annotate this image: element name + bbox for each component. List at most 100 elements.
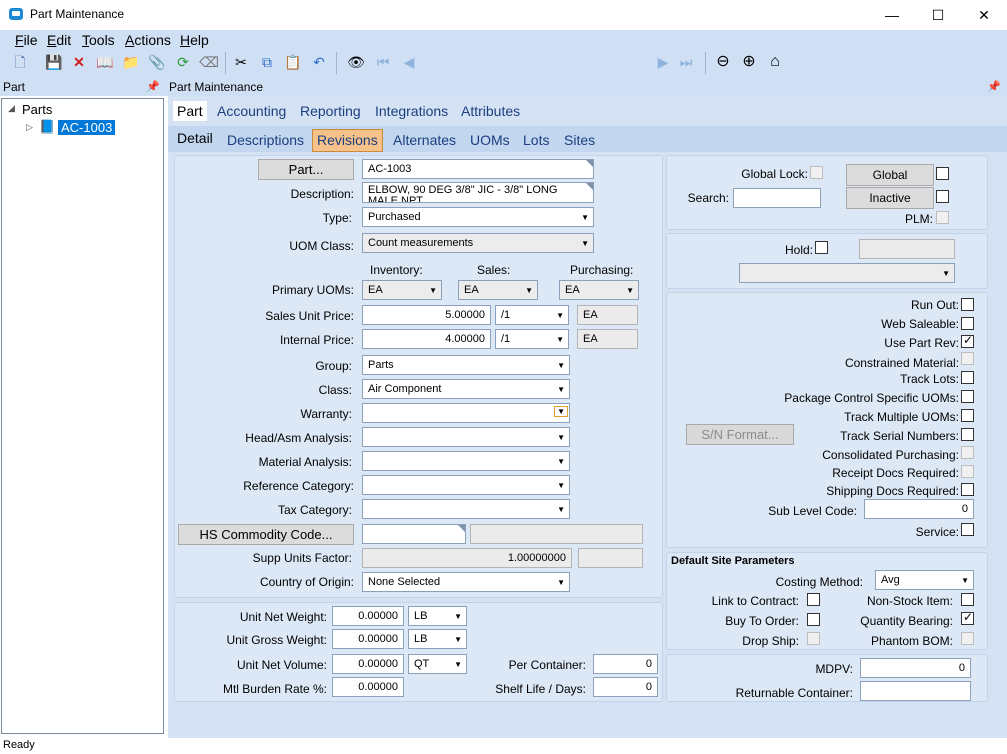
service-checkbox[interactable]	[961, 523, 974, 536]
mdpv-field[interactable]: 0	[860, 658, 971, 678]
menu-file[interactable]: File	[15, 32, 38, 48]
run-out-checkbox[interactable]	[961, 298, 974, 311]
new-icon[interactable]: 🗋	[10, 52, 30, 72]
attachment-icon[interactable]: 📎	[147, 52, 167, 72]
tab-uoms[interactable]: UOMs	[470, 132, 510, 148]
back-icon[interactable]: ⊖	[713, 52, 733, 72]
close-button[interactable]: ✕	[961, 0, 1007, 30]
buy-to-order-checkbox[interactable]	[807, 613, 820, 626]
tree-collapse-icon[interactable]: ◢	[8, 103, 15, 114]
per-container-field[interactable]: 0	[593, 654, 658, 674]
unit-net-weight-field[interactable]: 0.00000	[332, 606, 404, 626]
sales-unit-price-field[interactable]: 5.00000	[362, 305, 491, 325]
phantom-bom-checkbox[interactable]	[961, 632, 974, 645]
non-stock-item-checkbox[interactable]	[961, 593, 974, 606]
tree-node-ac-1003[interactable]: AC-1003	[58, 120, 116, 135]
plm-checkbox[interactable]	[936, 211, 949, 224]
delete-icon[interactable]: ✕	[69, 52, 89, 72]
track-serial-numbers-checkbox[interactable]	[961, 428, 974, 441]
next-record-icon[interactable]: ▶	[653, 52, 673, 72]
sn-format-button[interactable]: S/N Format...	[686, 424, 794, 445]
search-field[interactable]	[733, 188, 821, 208]
track-multiple-uoms-checkbox[interactable]	[961, 409, 974, 422]
folder-icon[interactable]: 📁	[121, 52, 141, 72]
tab-accounting[interactable]: Accounting	[217, 103, 286, 119]
maximize-button[interactable]: ☐	[915, 0, 961, 30]
tab-revisions[interactable]: Revisions	[312, 129, 383, 152]
tab-sites[interactable]: Sites	[564, 132, 595, 148]
pin-icon[interactable]: 📌	[987, 80, 1001, 93]
unit-net-volume-uom-dropdown[interactable]: QT ▼	[408, 654, 467, 674]
menu-actions[interactable]: Actions	[125, 32, 171, 48]
consolidated-purchasing-checkbox[interactable]	[961, 446, 974, 459]
uom-class-dropdown[interactable]: Count measurements ▼	[362, 233, 594, 253]
binoculars-icon[interactable]: 👁	[346, 52, 366, 72]
tab-alternates[interactable]: Alternates	[393, 132, 456, 148]
material-analysis-dropdown[interactable]: ▼	[362, 451, 570, 471]
part-number-field[interactable]: AC-1003	[362, 159, 594, 179]
tab-reporting[interactable]: Reporting	[300, 103, 361, 119]
hs-commodity-code-field[interactable]	[362, 524, 466, 544]
internal-price-field[interactable]: 4.00000	[362, 329, 491, 349]
save-icon[interactable]: 💾	[44, 52, 64, 72]
part-button[interactable]: Part...	[258, 159, 354, 180]
first-record-icon[interactable]: ⏮	[373, 52, 393, 72]
forward-icon[interactable]: ⊕	[739, 52, 759, 72]
head-asm-analysis-dropdown[interactable]: ▼	[362, 427, 570, 447]
inactive-checkbox[interactable]	[936, 190, 949, 203]
pin-icon[interactable]: 📌	[146, 80, 160, 93]
menu-tools[interactable]: Tools	[82, 32, 115, 48]
constrained-material-checkbox[interactable]	[961, 352, 974, 365]
internal-per-dropdown[interactable]: /1 ▼	[495, 329, 569, 349]
tab-part[interactable]: Part	[173, 101, 207, 121]
menu-edit[interactable]: Edit	[47, 32, 71, 48]
tax-category-dropdown[interactable]: ▼	[362, 499, 570, 519]
inactive-button[interactable]: Inactive	[846, 187, 934, 209]
link-to-contract-checkbox[interactable]	[807, 593, 820, 606]
country-of-origin-dropdown[interactable]: None Selected ▼	[362, 572, 570, 592]
use-part-rev-checkbox[interactable]	[961, 333, 974, 348]
refresh-icon[interactable]: ⟳	[173, 52, 193, 72]
eraser-icon[interactable]: ⌫	[199, 52, 219, 72]
home-icon[interactable]: ⌂	[765, 52, 785, 72]
minimize-button[interactable]: —	[869, 0, 915, 30]
package-control-checkbox[interactable]	[961, 390, 974, 403]
group-dropdown[interactable]: Parts ▼	[362, 355, 570, 375]
copy-icon[interactable]: ⧉	[257, 52, 277, 72]
hold-checkbox[interactable]	[815, 241, 828, 254]
hold-dropdown[interactable]: ▼	[739, 263, 955, 283]
global-checkbox[interactable]	[936, 167, 949, 180]
description-field[interactable]: ELBOW, 90 DEG 3/8" JIC - 3/8" LONG MALE …	[362, 182, 594, 203]
tree-expand-icon[interactable]: ▷	[26, 122, 33, 133]
menu-help[interactable]: Help	[180, 32, 209, 48]
web-saleable-checkbox[interactable]	[961, 317, 974, 330]
book-icon[interactable]: 📖	[95, 52, 115, 72]
warranty-dropdown[interactable]: ▼	[362, 403, 570, 423]
quantity-bearing-checkbox[interactable]	[961, 610, 974, 625]
receipt-docs-checkbox[interactable]	[961, 465, 974, 478]
reference-category-dropdown[interactable]: ▼	[362, 475, 570, 495]
inventory-uom-dropdown[interactable]: EA ▼	[362, 280, 442, 300]
cut-icon[interactable]: ✂	[231, 52, 251, 72]
type-dropdown[interactable]: Purchased ▼	[362, 207, 594, 227]
unit-net-weight-uom-dropdown[interactable]: LB ▼	[408, 606, 467, 626]
global-button[interactable]: Global	[846, 164, 934, 186]
prev-record-icon[interactable]: ◀	[399, 52, 419, 72]
paste-icon[interactable]: 📋	[283, 52, 303, 72]
undo-icon[interactable]: ↶	[309, 52, 329, 72]
class-dropdown[interactable]: Air Component ▼	[362, 379, 570, 399]
sales-per-dropdown[interactable]: /1 ▼	[495, 305, 569, 325]
mtl-burden-rate-field[interactable]: 0.00000	[332, 677, 404, 697]
global-lock-checkbox[interactable]	[810, 166, 823, 179]
unit-gross-weight-uom-dropdown[interactable]: LB ▼	[408, 629, 467, 649]
tab-attributes[interactable]: Attributes	[461, 103, 520, 119]
tab-integrations[interactable]: Integrations	[375, 103, 448, 119]
drop-ship-checkbox[interactable]	[807, 632, 820, 645]
tab-detail[interactable]: Detail	[177, 130, 213, 146]
shelf-life-field[interactable]: 0	[593, 677, 658, 697]
shipping-docs-checkbox[interactable]	[961, 483, 974, 496]
returnable-container-field[interactable]	[860, 681, 971, 701]
hs-commodity-code-button[interactable]: HS Commodity Code...	[178, 524, 354, 545]
sub-level-code-field[interactable]: 0	[864, 499, 974, 519]
tab-lots[interactable]: Lots	[523, 132, 549, 148]
